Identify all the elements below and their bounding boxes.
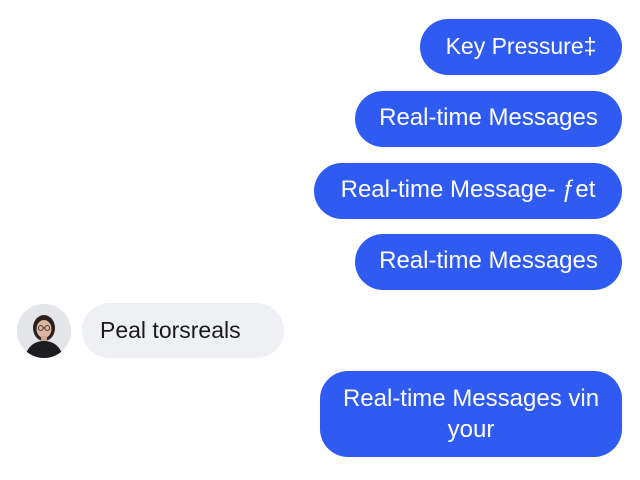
outgoing-message-bubble[interactable]: Real-time Messages — [355, 234, 622, 290]
outgoing-message-bubble[interactable]: Key Pressure‡ — [420, 19, 622, 75]
outgoing-message-bubble[interactable]: Real-time Message- ƒet — [314, 163, 622, 219]
user-avatar[interactable] — [17, 304, 71, 358]
avatar-portrait-icon — [17, 304, 71, 358]
incoming-message-bubble[interactable]: Peal torsreals — [82, 303, 284, 358]
message-thread: Key Pressure‡ Real-time Messages Real-ti… — [0, 0, 640, 480]
outgoing-message-bubble[interactable]: Real-time Messages vin your — [320, 371, 622, 457]
outgoing-message-bubble[interactable]: Real-time Messages — [355, 91, 622, 147]
